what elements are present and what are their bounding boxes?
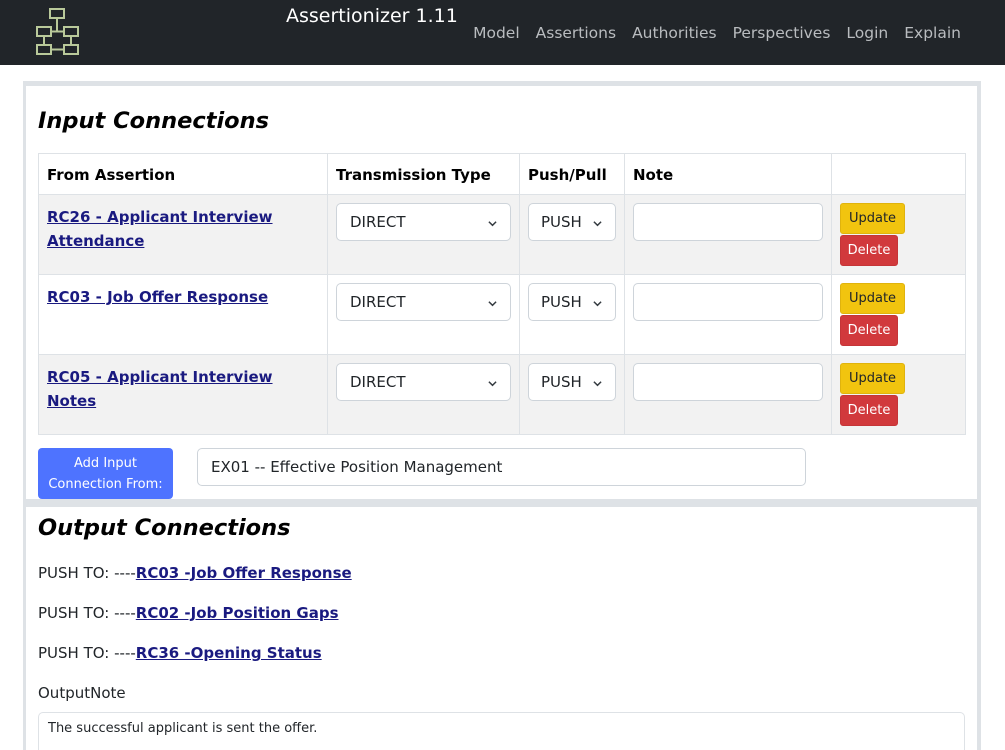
update-button[interactable]: Update bbox=[840, 363, 905, 394]
note-input[interactable] bbox=[633, 203, 823, 241]
push-pull-select[interactable]: PUSH bbox=[528, 283, 616, 321]
nav-perspectives[interactable]: Perspectives bbox=[733, 22, 831, 44]
chevron-down-icon bbox=[593, 301, 602, 307]
output-assertion-link[interactable]: RC36 -Opening Status bbox=[136, 644, 322, 662]
hierarchy-diagram-icon[interactable] bbox=[35, 7, 83, 57]
assertion-link[interactable]: RC26 - Applicant Interview Attendance bbox=[47, 205, 273, 253]
push-prefix: PUSH TO: ---- bbox=[38, 644, 136, 662]
nav-authorities[interactable]: Authorities bbox=[632, 22, 717, 44]
update-button[interactable]: Update bbox=[840, 203, 905, 234]
transmission-type-value: DIRECT bbox=[350, 293, 406, 311]
table-row: RC05 - Applicant Interview Notes DIRECT … bbox=[38, 354, 966, 435]
push-prefix: PUSH TO: ---- bbox=[38, 564, 136, 582]
chevron-down-icon bbox=[488, 381, 497, 387]
header-push-pull: Push/Pull bbox=[519, 153, 625, 195]
output-assertion-link[interactable]: RC03 -Job Offer Response bbox=[136, 564, 352, 582]
header-transmission-type: Transmission Type bbox=[327, 153, 520, 195]
navbar: Assertionizer 1.11 Model Assertions Auth… bbox=[0, 0, 1005, 65]
transmission-type-select[interactable]: DIRECT bbox=[336, 363, 511, 401]
header-actions bbox=[831, 153, 966, 195]
output-assertion-link[interactable]: RC02 -Job Position Gaps bbox=[136, 604, 339, 622]
nav-assertions[interactable]: Assertions bbox=[536, 22, 616, 44]
note-input[interactable] bbox=[633, 283, 823, 321]
push-pull-select[interactable]: PUSH bbox=[528, 363, 616, 401]
chevron-down-icon bbox=[593, 221, 602, 227]
input-connections-table: From Assertion Transmission Type Push/Pu… bbox=[38, 153, 966, 435]
output-connection-item: PUSH TO: ----RC02 -Job Position Gaps bbox=[38, 603, 339, 623]
push-pull-value: PUSH bbox=[541, 213, 582, 231]
assertion-link[interactable]: RC05 - Applicant Interview Notes bbox=[47, 365, 319, 413]
nav-login[interactable]: Login bbox=[846, 22, 888, 44]
transmission-type-value: DIRECT bbox=[350, 213, 406, 231]
delete-button[interactable]: Delete bbox=[840, 395, 898, 426]
nav-explain[interactable]: Explain bbox=[904, 22, 961, 44]
output-connection-item: PUSH TO: ----RC36 -Opening Status bbox=[38, 643, 322, 663]
header-note: Note bbox=[624, 153, 832, 195]
delete-button[interactable]: Delete bbox=[840, 315, 898, 346]
input-connection-from-select[interactable]: EX01 -- Effective Position Management bbox=[197, 448, 806, 486]
table-row: RC03 - Job Offer Response DIRECT PUSH Up… bbox=[38, 274, 966, 355]
transmission-type-select[interactable]: DIRECT bbox=[336, 283, 511, 321]
output-note-label: OutputNote bbox=[38, 684, 126, 702]
output-connections-title: Output Connections bbox=[38, 515, 291, 541]
app-title[interactable]: Assertionizer 1.11 bbox=[286, 5, 458, 27]
nav-model[interactable]: Model bbox=[473, 22, 520, 44]
nav-menu: Model Assertions Authorities Perspective… bbox=[457, 22, 961, 44]
header-from-assertion: From Assertion bbox=[38, 153, 328, 195]
delete-button[interactable]: Delete bbox=[840, 235, 898, 266]
add-input-connection-button[interactable]: Add Input Connection From: bbox=[38, 448, 173, 499]
output-note-field[interactable]: The successful applicant is sent the off… bbox=[38, 712, 965, 750]
note-input[interactable] bbox=[633, 363, 823, 401]
output-connection-item: PUSH TO: ----RC03 -Job Offer Response bbox=[38, 563, 352, 583]
push-prefix: PUSH TO: ---- bbox=[38, 604, 136, 622]
chevron-down-icon bbox=[593, 381, 602, 387]
update-button[interactable]: Update bbox=[840, 283, 905, 314]
table-header-row: From Assertion Transmission Type Push/Pu… bbox=[38, 153, 966, 195]
table-row: RC26 - Applicant Interview Attendance DIR… bbox=[38, 194, 966, 275]
assertion-link[interactable]: RC03 - Job Offer Response bbox=[47, 285, 268, 309]
chevron-down-icon bbox=[488, 221, 497, 227]
push-pull-value: PUSH bbox=[541, 373, 582, 391]
chevron-down-icon bbox=[488, 301, 497, 307]
transmission-type-value: DIRECT bbox=[350, 373, 406, 391]
push-pull-select[interactable]: PUSH bbox=[528, 203, 616, 241]
push-pull-value: PUSH bbox=[541, 293, 582, 311]
input-connections-title: Input Connections bbox=[38, 108, 270, 134]
transmission-type-select[interactable]: DIRECT bbox=[336, 203, 511, 241]
